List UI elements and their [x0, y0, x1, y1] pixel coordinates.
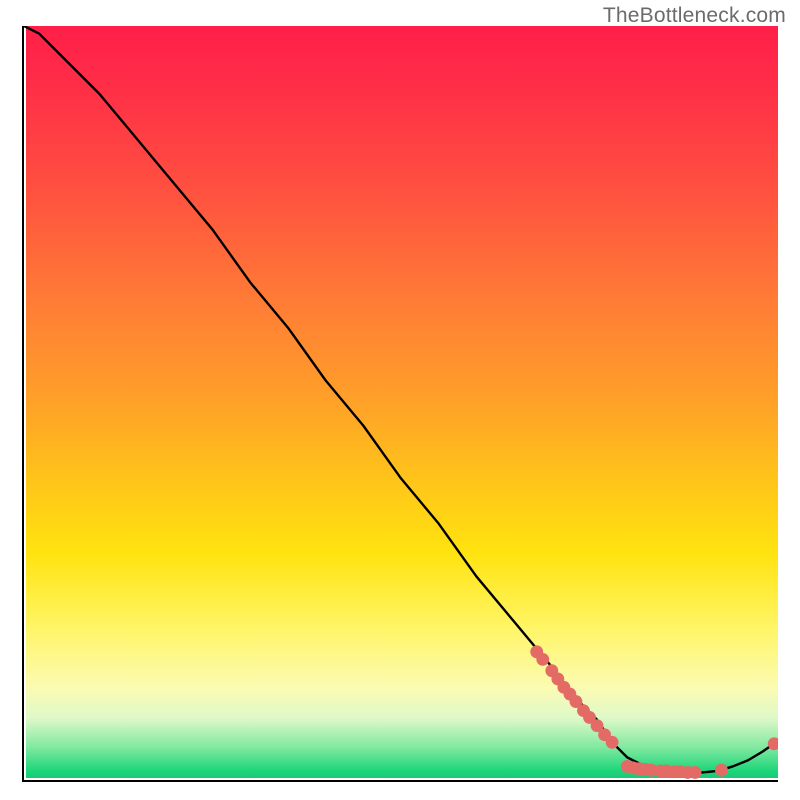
- plot-frame: [22, 26, 778, 782]
- data-marker: [715, 764, 728, 777]
- data-marker: [536, 653, 549, 666]
- chart-container: TheBottleneck.com: [0, 0, 800, 800]
- data-marker: [689, 766, 702, 779]
- data-marker: [606, 736, 619, 749]
- markers-group: [530, 645, 778, 778]
- watermark-text: TheBottleneck.com: [603, 4, 786, 28]
- bottleneck-curve: [24, 26, 778, 772]
- plot-svg: [24, 26, 778, 780]
